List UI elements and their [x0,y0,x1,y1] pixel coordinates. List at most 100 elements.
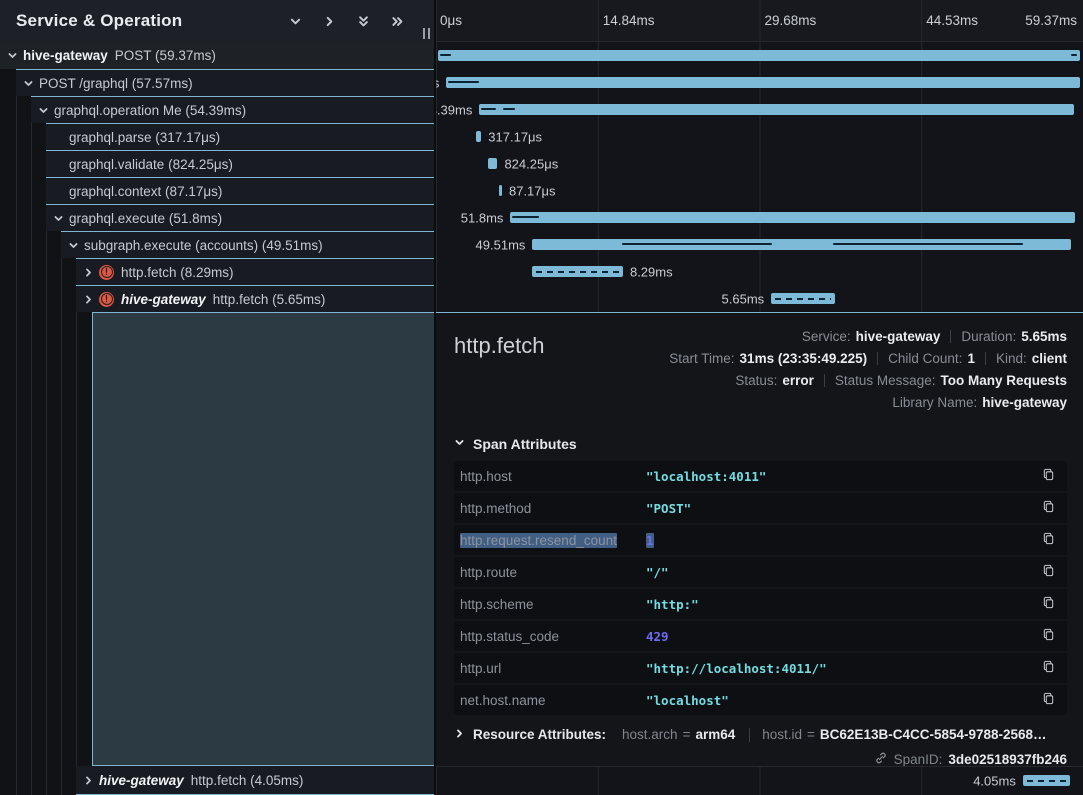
attribute-row[interactable]: net.host.name "localhost" [454,685,1067,715]
copy-button[interactable] [1040,594,1057,614]
span-tree-row[interactable]: hive-gatewayhttp.fetch (4.05ms) [76,766,434,795]
attribute-value: "localhost:4011" [646,469,1032,484]
resource-attribute-item: host.id=BC62E13B-C4CC-5854-9788-2568… [762,727,1046,742]
span-duration-bar[interactable] [532,266,623,277]
span-timeline-row[interactable]: 5.65ms [436,285,1083,312]
span-tree-bottom: hive-gatewayhttp.fetch (4.05ms) [0,766,434,795]
attribute-row[interactable]: http.method "POST" [454,493,1067,523]
span-timeline-row[interactable]: 824.25μs [436,150,1083,177]
span-timeline-row[interactable]: 4.05ms [436,767,1083,794]
chevron-down-icon[interactable] [67,240,80,251]
span-tree-row[interactable]: graphql.operation Me (54.39ms) [31,96,434,123]
span-duration-bar[interactable] [479,104,1074,115]
timeline-row-bottom[interactable]: 4.05ms [436,766,1083,795]
span-tree-row[interactable]: !http.fetch (8.29ms) [76,258,434,285]
chevron-down-icon[interactable] [6,50,19,61]
attribute-row[interactable]: http.scheme "http:" [454,589,1067,619]
copy-button[interactable] [1040,530,1057,550]
span-duration-bar[interactable] [446,77,1079,88]
span-id-value: 3de02518937fb246 [948,752,1067,766]
meta-value: 1 [967,351,975,366]
collapse-one-icon[interactable] [287,13,304,30]
attribute-row[interactable]: http.request.resend_count 1 [454,525,1067,555]
span-timeline-row[interactable]: 87.17μs [436,177,1083,204]
span-timeline-row[interactable]: 8.29ms [436,258,1083,285]
span-operation-label: graphql.context (87.17μs) [69,184,222,199]
bar-duration-label: 51.8ms [461,210,504,225]
copy-button[interactable] [1040,658,1057,678]
attribute-key: http.status_code [460,629,646,644]
bar-duration-label: 317.17μs [488,129,542,144]
attribute-row[interactable]: http.route "/" [454,557,1067,587]
expand-all-icon[interactable] [389,13,406,30]
span-tree-row[interactable]: graphql.execute (51.8ms) [46,204,434,231]
chevron-down-icon[interactable] [37,105,50,116]
bar-duration-label: 4.05ms [973,773,1016,788]
span-tree-row[interactable]: POST /graphql (57.57ms) [16,69,434,96]
span-timeline-row[interactable] [436,42,1083,69]
span-duration-bar[interactable] [532,239,1071,250]
span-service-name: hive-gateway [121,292,206,307]
span-duration-bar[interactable] [499,185,502,196]
chevron-down-icon[interactable] [22,78,35,89]
attribute-row[interactable]: http.status_code 429 [454,621,1067,651]
panel-title: Service & Operation [16,11,287,31]
span-duration-bar[interactable] [1023,775,1070,786]
trace-viewer-window: Service & Operation hive-gatewayPOST (59… [0,0,1083,795]
span-timeline-row[interactable]: 51.8ms [436,204,1083,231]
meta-label: Duration: [961,329,1016,344]
span-duration-bar[interactable] [488,158,497,169]
selected-span-expansion [92,312,434,766]
detail-meta-line: Service:hive-gatewayDuration:5.65ms [669,325,1067,347]
chevron-right-icon[interactable] [82,267,95,278]
span-tree-row[interactable]: !hive-gatewayhttp.fetch (5.65ms) [76,285,434,312]
attribute-value: "POST" [646,501,1032,516]
span-timeline-row[interactable]: 49.51ms [436,231,1083,258]
bar-duration-label: 824.25μs [504,156,558,171]
copy-button[interactable] [1040,690,1057,710]
copy-button[interactable] [1040,498,1057,518]
span-operation-label: http.fetch (4.05ms) [191,773,304,788]
resource-attributes-row[interactable]: Resource Attributes: host.arch=arm64 hos… [454,727,1067,742]
span-tree-row[interactable]: subgraph.execute (accounts) (49.51ms) [61,231,434,258]
bar-duration-label: 5.65ms [722,291,765,306]
bar-duration-label: 57.57ms [436,75,439,90]
attribute-row[interactable]: http.host "localhost:4011" [454,461,1067,491]
span-timeline-row[interactable]: 54.39ms [436,96,1083,123]
link-icon [874,751,888,766]
attribute-value: 429 [646,629,1032,644]
span-tree-row[interactable]: graphql.parse (317.17μs) [46,123,434,150]
detail-meta-line: Start Time:31ms (23:35:49.225)Child Coun… [669,347,1067,369]
chevron-right-icon[interactable] [82,775,95,786]
axis-tick-label: 29.68ms [765,13,817,28]
copy-button[interactable] [1040,626,1057,646]
span-tree-row[interactable]: hive-gatewayPOST (59.37ms) [0,42,434,69]
span-timeline-row[interactable]: 57.57ms [436,69,1083,96]
axis-tick-label: 44.53ms [926,13,978,28]
chevron-down-icon[interactable] [52,213,65,224]
expand-one-icon[interactable] [321,13,338,30]
timeline-panel: 0μs14.84ms29.68ms44.53ms59.37ms 57.57ms5… [436,0,1083,795]
copy-button[interactable] [1040,562,1057,582]
copy-icon [1042,692,1055,708]
error-icon: ! [99,265,114,280]
span-duration-bar[interactable] [510,212,1074,223]
span-id-footer: SpanID: 3de02518937fb246 [454,751,1067,766]
tree-controls [287,13,406,30]
collapse-all-icon[interactable] [355,13,372,30]
meta-value: hive-gateway [982,395,1067,410]
span-duration-bar[interactable] [476,131,481,142]
panel-splitter-handle[interactable] [423,28,430,39]
span-attributes-header[interactable]: Span Attributes [454,435,1067,453]
meta-value: error [782,373,814,388]
bar-duration-label: 54.39ms [436,102,472,117]
span-tree-row[interactable]: graphql.context (87.17μs) [46,177,434,204]
attribute-row[interactable]: http.url "http://localhost:4011/" [454,653,1067,683]
span-timeline-row[interactable]: 317.17μs [436,123,1083,150]
chevron-right-icon[interactable] [82,294,95,305]
attribute-value: "localhost" [646,693,1032,708]
span-duration-bar[interactable] [438,50,1080,61]
copy-button[interactable] [1040,466,1057,486]
span-tree-row[interactable]: graphql.validate (824.25μs) [46,150,434,177]
span-duration-bar[interactable] [771,293,834,304]
